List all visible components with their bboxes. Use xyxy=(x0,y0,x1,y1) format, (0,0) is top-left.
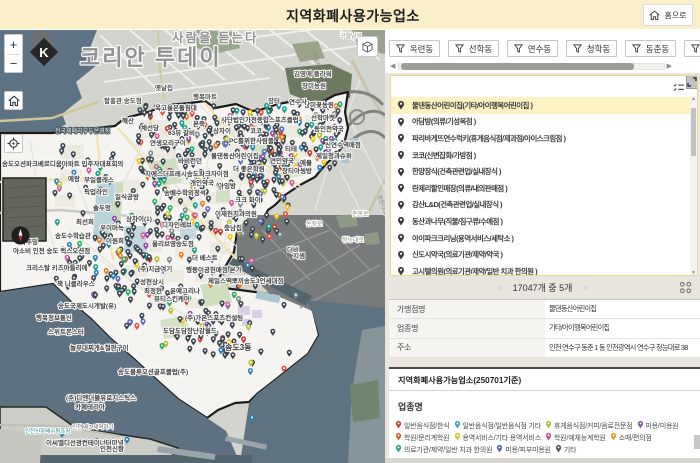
svg-text:(주)가온스포츠컨설팅: (주)가온스포츠컨설팅 xyxy=(185,313,243,322)
svg-text:상차이(1): 상차이(1) xyxy=(126,214,152,223)
svg-text:코코: 코코 xyxy=(250,127,262,135)
svg-text:장미꽃농원: 장미꽃농원 xyxy=(304,100,334,109)
svg-text:지에스더프레시송도파크자이점: 지에스더프레시송도파크자이점 xyxy=(145,169,229,178)
svg-text:온청로: 온청로 xyxy=(306,221,323,228)
svg-text:픽업라인: 픽업라인 xyxy=(84,187,108,196)
svg-text:선학마켓: 선학마켓 xyxy=(311,113,335,122)
svg-text:제일청과슈퍼: 제일청과슈퍼 xyxy=(316,151,352,160)
svg-text:N: N xyxy=(19,226,22,229)
svg-text:제일스떡뽀끼송도3언세대점: 제일스떡뽀끼송도3언세대점 xyxy=(208,276,283,285)
svg-text:채선당: 채선당 xyxy=(141,123,159,132)
svg-text:크크 화이: 크크 화이 xyxy=(235,195,261,204)
svg-text:행복정보통신: 행복정보통신 xyxy=(36,313,72,322)
svg-text:개인약국: 개인약국 xyxy=(190,178,214,187)
svg-text:최정현: 최정현 xyxy=(144,286,162,295)
svg-text:옛날집: 옛날집 xyxy=(155,83,173,92)
svg-text:장티아씽방: 장티아씽방 xyxy=(282,166,312,175)
svg-text:(주)디엔더블유로지스틱스: (주)디엔더블유로지스틱스 xyxy=(66,393,136,402)
svg-text:PC를위한사람들: PC를위한사람들 xyxy=(229,136,274,145)
svg-text:더 베스트: 더 베스트 xyxy=(192,253,218,262)
svg-text:혜산: 혜산 xyxy=(122,116,134,125)
svg-text:연민약국: 연민약국 xyxy=(270,156,294,165)
svg-text:부일클래스: 부일클래스 xyxy=(84,175,114,184)
svg-text:사람을 듣는다: 사람을 듣는다 xyxy=(172,30,258,45)
svg-text:잭 니클라우스: 잭 니클라우스 xyxy=(57,279,95,288)
svg-text:예랑: 예랑 xyxy=(68,174,80,183)
svg-text:물댄동산어린이집: 물댄동산어린이집 xyxy=(211,151,259,160)
svg-text:우이머녹: 우이머녹 xyxy=(100,223,124,232)
svg-text:윤예그리나: 윤예그리나 xyxy=(170,286,200,295)
svg-text:지샘: 지샘 xyxy=(293,251,305,260)
svg-text:솔두멍: 솔두멍 xyxy=(93,203,111,212)
svg-text:올리브영송도점: 올리브영송도점 xyxy=(152,239,194,248)
svg-text:옥고올은돌침대: 옥고올은돌침대 xyxy=(155,103,197,112)
svg-text:천국제페리부두온영점: 천국제페리부두온영점 xyxy=(55,127,110,135)
svg-text:성현상시: 성현상시 xyxy=(140,277,164,286)
svg-text:김영애 플라워: 김영애 플라워 xyxy=(294,69,332,78)
svg-text:본죽: 본죽 xyxy=(193,119,205,128)
svg-text:인천 제3 제역화기: 인천 제3 제역화기 xyxy=(72,423,114,431)
svg-text:신연수역매점: 신연수역매점 xyxy=(325,140,361,149)
svg-text:송배수학외정석: 송배수학외정석 xyxy=(164,188,206,197)
svg-text:송도수학습관: 송도수학습관 xyxy=(55,231,91,240)
svg-text:이재헌치과의원: 이재헌치과의원 xyxy=(215,209,257,218)
svg-text:행동이공헌매점 본가: 행동이공헌매점 본가 xyxy=(186,265,242,274)
svg-text:스위트몬스터: 스위트몬스터 xyxy=(48,327,84,336)
svg-text:송도오션파크베르디움아파트 입주자대표회의: 송도오션파크베르디움아파트 입주자대표회의 xyxy=(2,159,123,168)
svg-text:연수사: 연수사 xyxy=(289,97,307,106)
svg-text:더 좋은학원: 더 좋은학원 xyxy=(233,164,265,173)
svg-text:예물: 예물 xyxy=(300,158,312,167)
svg-text:장미농원: 장미농원 xyxy=(302,81,326,90)
svg-text:최선희: 최선희 xyxy=(76,217,94,226)
svg-text:카페테리아: 카페테리아 xyxy=(75,402,105,411)
svg-text:춘봉로: 춘봉로 xyxy=(352,210,369,218)
svg-text:크리스탈 키즈아틀리에: 크리스탈 키즈아틀리에 xyxy=(26,263,88,272)
svg-text:장터: 장터 xyxy=(268,96,280,105)
svg-text:티테: 티테 xyxy=(285,144,297,153)
svg-text:함흥관 송도점: 함흥관 송도점 xyxy=(104,96,142,105)
svg-text:일식공방: 일식공방 xyxy=(115,192,139,201)
svg-text:송도국제도시개발(유): 송도국제도시개발(유) xyxy=(58,301,116,310)
svg-text:상차이: 상차이 xyxy=(213,126,231,135)
svg-text:인천신항배수펌프장: 인천신항배수펌프장 xyxy=(25,427,71,435)
svg-text:동인천약국: 동인천약국 xyxy=(314,124,344,133)
svg-text:디자인레브: 디자인레브 xyxy=(162,220,192,229)
svg-text:행복마트: 행복마트 xyxy=(193,92,217,101)
svg-text:코리안 투데이: 코리안 투데이 xyxy=(80,45,222,70)
svg-text:뷰티스킨케어: 뷰티스킨케어 xyxy=(154,294,190,303)
svg-text:이원희: 이원희 xyxy=(106,236,124,245)
svg-text:연생오리구이: 연생오리구이 xyxy=(150,138,186,147)
svg-text:송도블루오션골프클럽(주): 송도블루오션골프클럽(주) xyxy=(118,367,188,376)
svg-text:바비런던: 바비런던 xyxy=(178,156,202,165)
svg-text:충남집: 충남집 xyxy=(224,223,242,232)
svg-text:송도3동: 송도3동 xyxy=(225,342,252,352)
svg-text:63뮤 갈비: 63뮤 갈비 xyxy=(168,128,195,137)
svg-text:놀부대찌개&철판구이: 놀부대찌개&철판구이 xyxy=(70,343,129,352)
svg-text:K: K xyxy=(39,45,49,60)
svg-text:인천신항: 인천신항 xyxy=(100,444,124,453)
svg-text:아잉방: 아잉방 xyxy=(218,181,236,190)
svg-text:사단법인가천종합스포츠클럽: 사단법인가천종합스포츠클럽 xyxy=(221,115,299,124)
svg-text:청능대로: 청능대로 xyxy=(342,236,365,244)
svg-text:도담도담장난감월드: 도담도담장난감월드 xyxy=(163,326,217,335)
svg-text:(주)지금여기: (주)지금여기 xyxy=(138,264,172,273)
